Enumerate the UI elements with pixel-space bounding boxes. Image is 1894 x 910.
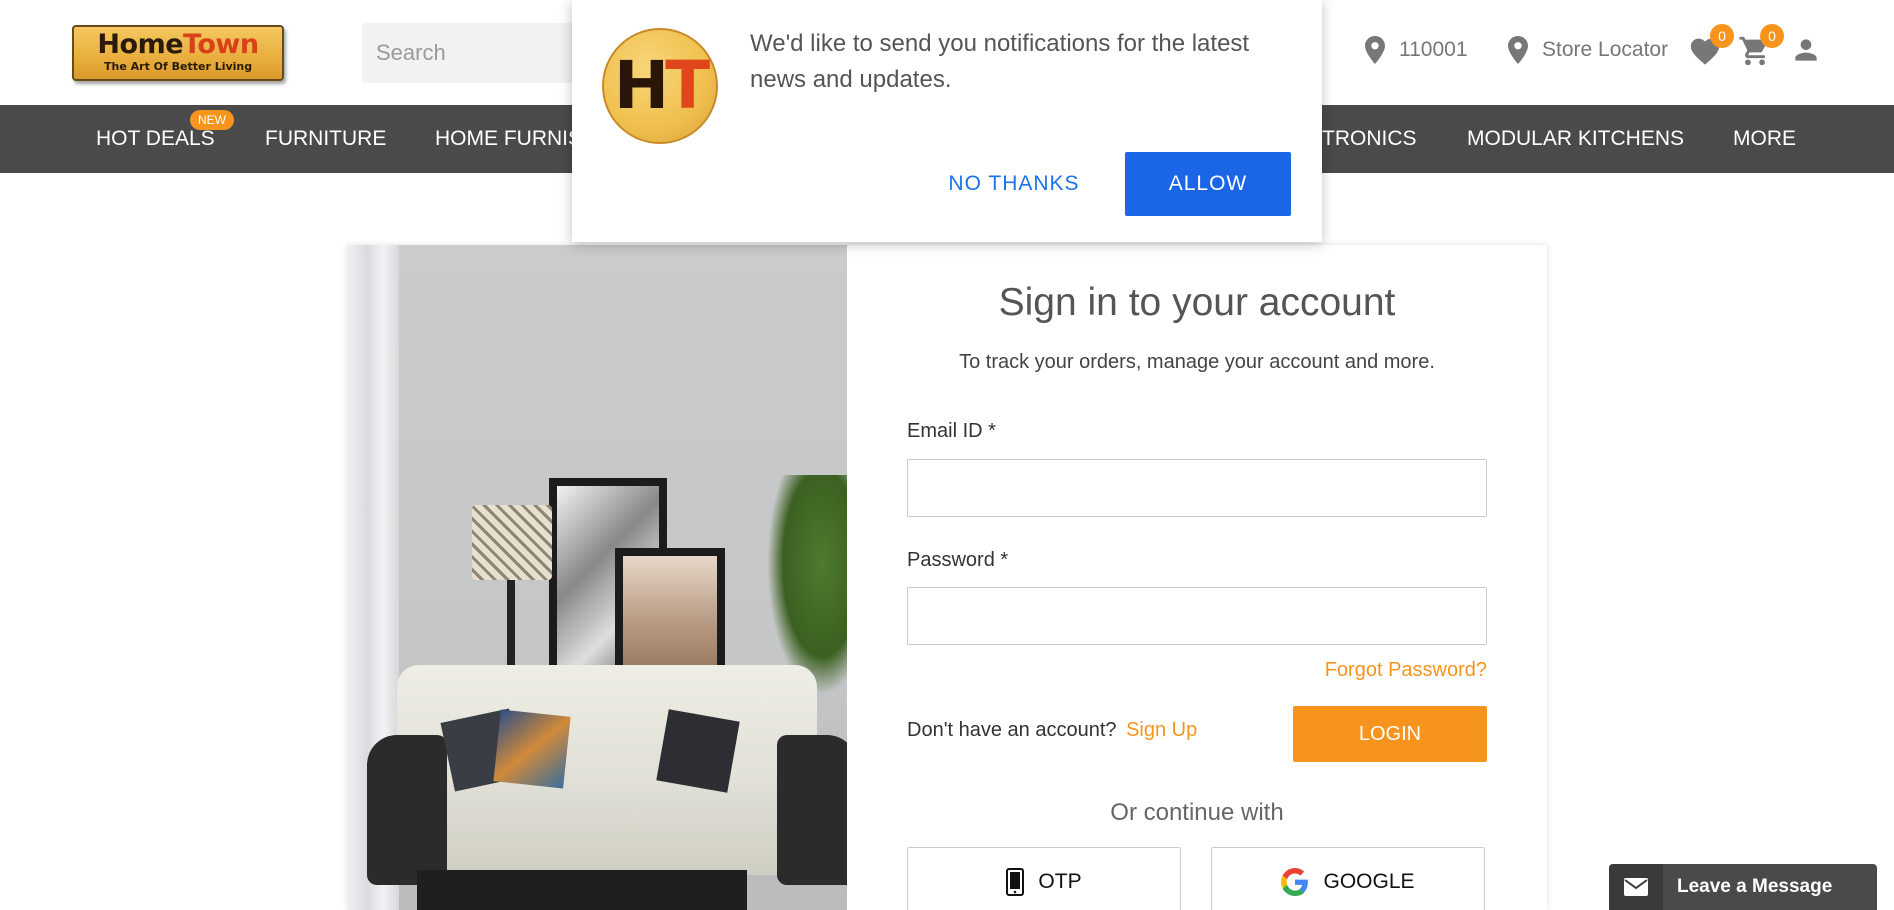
nav-item-label: MODULAR KITCHENS bbox=[1467, 127, 1685, 150]
logo-home-text: Home bbox=[97, 29, 184, 60]
logo-wordmark: HomeTown bbox=[74, 30, 282, 60]
nav-item-label: FURNITURE bbox=[265, 127, 387, 150]
store-pin-icon bbox=[1508, 36, 1528, 64]
nav-item-label: MORE bbox=[1733, 127, 1796, 150]
notification-message: We'd like to send you notifications for … bbox=[750, 30, 1250, 93]
sofa-arm bbox=[777, 735, 847, 885]
page-subtitle: To track your orders, manage your accoun… bbox=[959, 351, 1435, 373]
login-card: Sign in to your account To track your or… bbox=[347, 245, 1547, 910]
otp-login-button[interactable]: OTP bbox=[907, 847, 1181, 910]
nav-item-more[interactable]: MORE bbox=[1733, 105, 1796, 173]
living-room-image bbox=[347, 245, 847, 910]
location-pin-icon bbox=[1365, 36, 1385, 64]
new-badge: NEW bbox=[190, 110, 234, 130]
logo-town-text: Town bbox=[183, 29, 259, 60]
wishlist-button[interactable]: 0 bbox=[1688, 24, 1734, 68]
email-field[interactable] bbox=[907, 459, 1487, 517]
account-button[interactable] bbox=[1790, 34, 1824, 68]
logo-tagline: The Art Of Better Living bbox=[104, 60, 253, 73]
envelope-icon bbox=[1609, 864, 1663, 910]
cushion bbox=[493, 709, 571, 789]
email-label: Email ID * bbox=[907, 420, 996, 442]
signup-link[interactable]: Sign Up bbox=[1126, 719, 1197, 741]
pincode-selector[interactable]: 110001 bbox=[1365, 32, 1468, 68]
store-locator-text: Store Locator bbox=[1542, 38, 1669, 61]
user-icon bbox=[1795, 39, 1817, 61]
page: HomeTown The Art Of Better Living 110001… bbox=[0, 0, 1894, 910]
allow-button[interactable]: ALLOW bbox=[1125, 152, 1291, 216]
leave-message-widget[interactable]: Leave a Message bbox=[1609, 864, 1877, 910]
plant-shape bbox=[767, 475, 847, 695]
sofa-arm bbox=[367, 735, 447, 885]
google-label: GOOGLE bbox=[1323, 870, 1415, 893]
hometown-logo[interactable]: HomeTown The Art Of Better Living bbox=[72, 25, 284, 81]
lamp-shade bbox=[472, 505, 552, 580]
password-label: Password * bbox=[907, 549, 1009, 571]
google-login-button[interactable]: GOOGLE bbox=[1211, 847, 1485, 910]
signup-prompt: Don't have an account? Sign Up bbox=[907, 719, 1197, 742]
nav-item-label: HOME FURNIS bbox=[435, 127, 582, 150]
otp-label: OTP bbox=[1038, 870, 1082, 893]
password-field[interactable] bbox=[907, 587, 1487, 645]
no-account-text: Don't have an account? bbox=[907, 719, 1117, 741]
notification-prompt: HT We'd like to send you notifications f… bbox=[572, 0, 1322, 242]
cart-button[interactable]: 0 bbox=[1738, 24, 1784, 68]
login-form: Sign in to your account To track your or… bbox=[847, 245, 1547, 910]
pincode-text: 110001 bbox=[1399, 38, 1468, 61]
ht-logo: HT bbox=[602, 28, 718, 144]
nav-item-label: TRONICS bbox=[1322, 127, 1417, 150]
ht-logo-t: T bbox=[665, 47, 710, 124]
nav-item-furniture[interactable]: FURNITURE bbox=[265, 105, 386, 173]
wishlist-count-badge: 0 bbox=[1710, 24, 1734, 48]
or-continue-text: Or continue with bbox=[1110, 799, 1284, 826]
nav-item-modular-kitchens[interactable]: MODULAR KITCHENS bbox=[1467, 105, 1684, 173]
forgot-password-link[interactable]: Forgot Password? bbox=[1325, 659, 1487, 682]
nav-item-electronics[interactable]: TRONICS bbox=[1322, 105, 1417, 173]
ht-logo-h: H bbox=[613, 47, 669, 124]
cushion bbox=[656, 709, 740, 793]
coffee-table bbox=[417, 870, 747, 910]
nav-item-label: HOT DEALS bbox=[96, 127, 215, 150]
login-button[interactable]: LOGIN bbox=[1293, 706, 1487, 762]
cart-count-badge: 0 bbox=[1760, 24, 1784, 48]
no-thanks-button[interactable]: NO THANKS bbox=[924, 152, 1104, 216]
google-icon bbox=[1281, 868, 1309, 896]
store-locator-link[interactable]: Store Locator bbox=[1508, 32, 1668, 68]
mobile-phone-icon bbox=[1006, 868, 1025, 896]
leave-message-label: Leave a Message bbox=[1677, 876, 1833, 897]
page-title: Sign in to your account bbox=[998, 281, 1396, 324]
nav-item-home-furnishings[interactable]: HOME FURNIS bbox=[435, 105, 582, 173]
